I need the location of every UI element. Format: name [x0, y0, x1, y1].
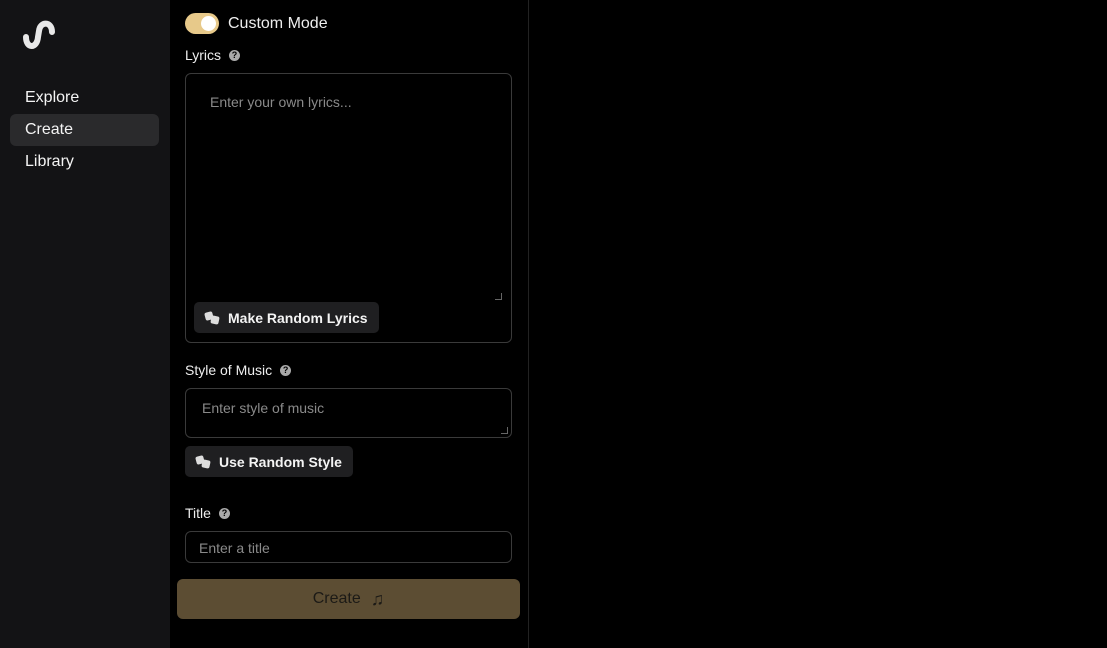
lyrics-placeholder: Enter your own lyrics...	[210, 94, 352, 110]
make-random-lyrics-label: Make Random Lyrics	[228, 309, 368, 326]
title-label: Title	[185, 505, 211, 521]
custom-mode-row: Custom Mode	[185, 13, 328, 34]
create-button[interactable]: Create ♫	[177, 579, 520, 619]
use-random-style-button[interactable]: Use Random Style	[185, 446, 353, 477]
help-icon[interactable]: ?	[280, 364, 292, 376]
help-icon[interactable]: ?	[218, 507, 230, 519]
lyrics-label: Lyrics	[185, 47, 222, 63]
panel-divider	[528, 0, 529, 648]
sidebar-item-library[interactable]: Library	[10, 146, 159, 178]
resize-handle-icon[interactable]	[495, 293, 502, 300]
dice-icon	[204, 310, 220, 325]
dice-icon	[195, 454, 211, 469]
create-button-label: Create	[312, 590, 361, 607]
sidebar-item-create[interactable]: Create	[10, 114, 159, 146]
sidebar: Explore Create Library	[0, 0, 170, 648]
style-label: Style of Music	[185, 362, 273, 378]
help-icon[interactable]: ?	[229, 49, 241, 61]
style-input[interactable]: Enter style of music	[185, 388, 512, 438]
sidebar-nav: Explore Create Library	[10, 82, 159, 178]
make-random-lyrics-button[interactable]: Make Random Lyrics	[194, 302, 379, 333]
sidebar-item-explore[interactable]: Explore	[10, 82, 159, 114]
title-label-row: Title ?	[185, 505, 230, 521]
lyrics-textarea[interactable]: Enter your own lyrics... Make Random Lyr…	[185, 73, 512, 343]
lyrics-label-row: Lyrics ?	[185, 47, 241, 63]
use-random-style-label: Use Random Style	[219, 453, 342, 470]
title-input[interactable]: Enter a title	[185, 531, 512, 563]
title-placeholder: Enter a title	[199, 540, 270, 556]
style-placeholder: Enter style of music	[202, 400, 325, 416]
resize-handle-icon[interactable]	[501, 427, 508, 434]
music-note-icon: ♫	[370, 588, 385, 609]
logo-wave-icon[interactable]	[23, 19, 55, 51]
create-panel: Custom Mode Lyrics ? Enter your own lyri…	[170, 0, 528, 648]
toggle-knob	[201, 16, 216, 31]
style-label-row: Style of Music ?	[185, 362, 292, 378]
custom-mode-toggle[interactable]	[185, 13, 219, 34]
custom-mode-label: Custom Mode	[228, 14, 328, 32]
